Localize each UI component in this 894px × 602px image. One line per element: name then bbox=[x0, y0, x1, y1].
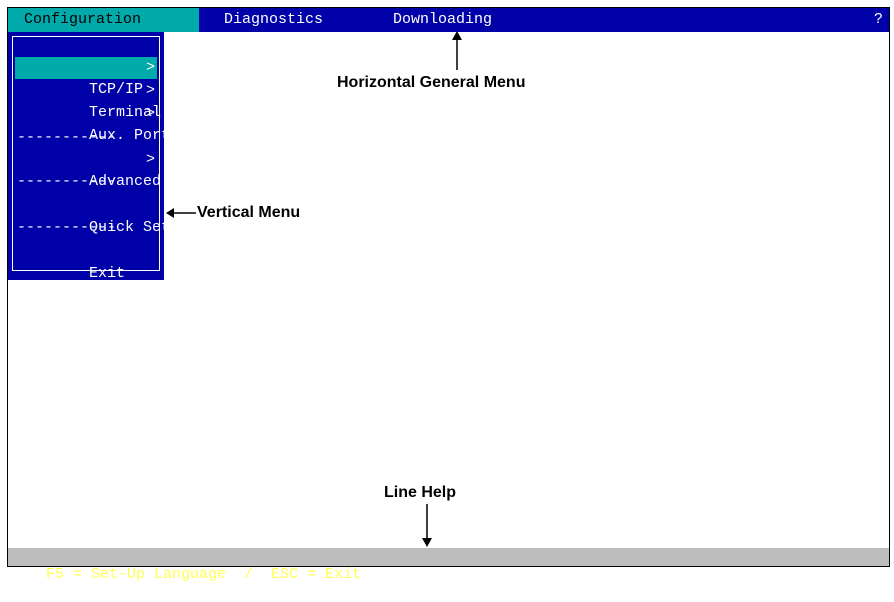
line-help-bar: F5 = Set-Up Language / ESC = Exit bbox=[8, 548, 889, 583]
menu-item-aux-ports[interactable]: Aux. Ports > bbox=[15, 103, 179, 144]
menu-item-terminal[interactable]: Terminal > bbox=[15, 80, 161, 121]
menu-item-exit[interactable]: Exit bbox=[15, 241, 157, 282]
menu-item-tcpip[interactable]: TCP/IP > bbox=[15, 57, 157, 98]
menu-configuration[interactable]: Configuration bbox=[8, 8, 199, 32]
menu-item-quick-setup[interactable]: Quick Set-Up bbox=[15, 195, 197, 236]
menu-downloading[interactable]: Downloading bbox=[385, 8, 500, 32]
submenu-arrow-icon: > bbox=[145, 82, 155, 99]
help-button[interactable]: ? bbox=[874, 8, 883, 32]
submenu-arrow-icon: > bbox=[145, 105, 155, 122]
vertical-menu: TCP/IP > Terminal > Aux. Ports > -------… bbox=[8, 32, 197, 282]
menu-separator: ----------- bbox=[17, 131, 117, 145]
menu-diagnostics[interactable]: Diagnostics bbox=[216, 8, 331, 32]
menu-item-advanced[interactable]: Advanced > bbox=[15, 149, 161, 190]
menu-separator: ----------- bbox=[17, 221, 117, 235]
menu-item-label: Exit bbox=[89, 265, 126, 282]
menu-separator: ----------- bbox=[17, 175, 117, 189]
vertical-menu-border: TCP/IP > Terminal > Aux. Ports > -------… bbox=[12, 36, 197, 282]
annotation-line-help: Line Help bbox=[384, 484, 457, 501]
annotation-vertical-menu: Vertical Menu bbox=[197, 204, 301, 221]
submenu-arrow-icon: > bbox=[145, 151, 155, 168]
submenu-arrow-icon: > bbox=[145, 59, 155, 76]
annotation-horizontal-menu: Horizontal General Menu bbox=[337, 74, 526, 91]
horizontal-menu-bar: Configuration Diagnostics Downloading ? bbox=[8, 8, 889, 32]
